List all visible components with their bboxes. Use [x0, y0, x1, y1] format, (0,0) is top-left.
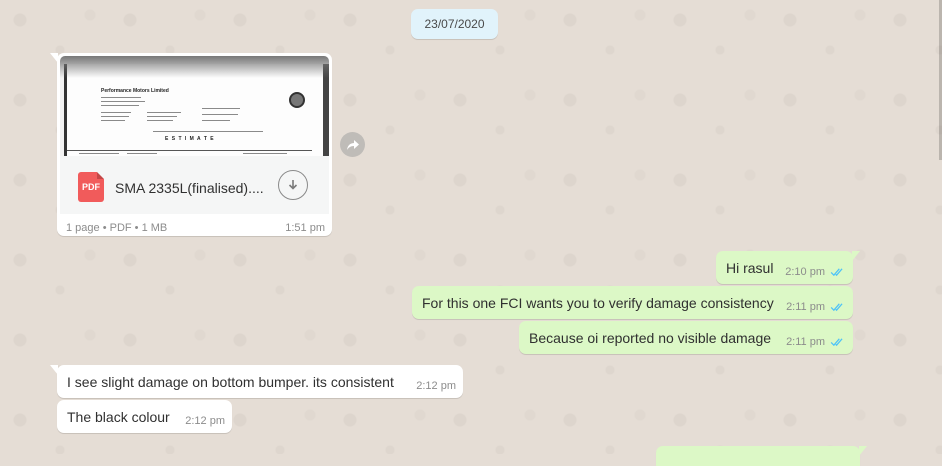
message-time: 2:12 pm [416, 380, 456, 392]
double-check-icon [830, 338, 843, 347]
incoming-message[interactable]: The black colour 2:12 pm [57, 400, 232, 433]
outgoing-message[interactable]: Hi rasul 2:10 pm [716, 251, 860, 284]
pdf-file-icon: PDF [78, 172, 104, 202]
double-check-icon [830, 303, 843, 312]
bmw-logo [289, 92, 305, 108]
outgoing-message[interactable]: For this one FCI wants you to verify dam… [412, 286, 853, 319]
document-filename: SMA 2335L(finalised).... [115, 180, 264, 196]
document-meta: 1 page • PDF • 1 MB [66, 222, 168, 234]
message-text: I see slight damage on bottom bumper. it… [67, 374, 394, 390]
document-info-row[interactable]: PDF SMA 2335L(finalised).... [60, 156, 329, 214]
bubble-tail [50, 53, 58, 63]
message-text: The black colour [67, 409, 170, 425]
incoming-message[interactable]: I see slight damage on bottom bumper. it… [50, 365, 463, 398]
message-text: For this one FCI wants you to verify dam… [422, 295, 774, 311]
preview-heading: E S T I M A T E [165, 136, 215, 142]
message-text: Hi rasul [726, 260, 774, 276]
message-time: 2:11 pm [786, 301, 825, 313]
document-message[interactable]: Performance Motors Limited E S T I M A T… [50, 53, 332, 236]
download-icon[interactable] [278, 170, 308, 200]
message-time: 2:10 pm [785, 266, 825, 278]
double-check-icon [830, 268, 843, 277]
preview-company: Performance Motors Limited [101, 88, 169, 94]
forward-icon[interactable] [340, 132, 365, 157]
message-text: Because oi reported no visible damage [529, 330, 772, 346]
message-time: 2:12 pm [185, 415, 225, 427]
document-preview[interactable]: Performance Motors Limited E S T I M A T… [60, 56, 329, 156]
outgoing-message-partial[interactable] [656, 446, 867, 466]
message-time: 2:11 pm [786, 336, 825, 348]
message-time: 1:51 pm [285, 222, 325, 234]
date-separator: 23/07/2020 [411, 9, 498, 39]
outgoing-message[interactable]: Because oi reported no visible damage 2:… [519, 321, 853, 354]
